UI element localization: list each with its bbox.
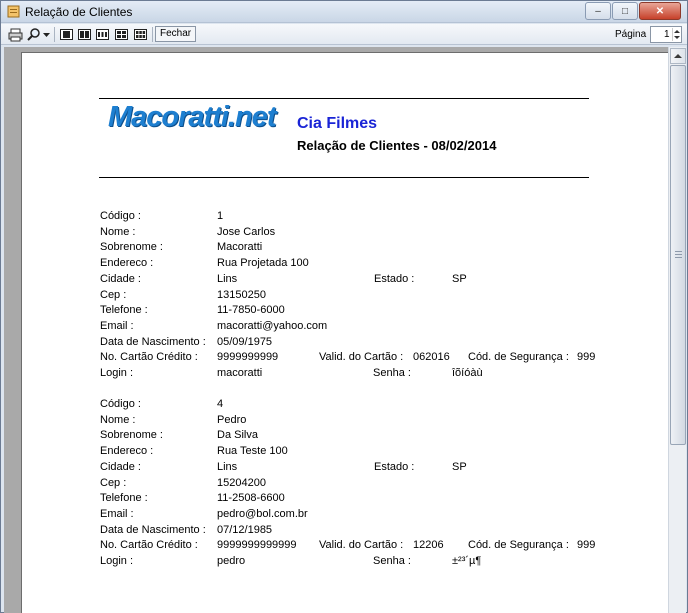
- minimize-button[interactable]: –: [585, 2, 611, 20]
- three-pages-button[interactable]: [95, 27, 110, 42]
- value-estado: SP: [452, 461, 467, 473]
- label-codigo: Código :: [100, 210, 141, 222]
- value-email: pedro@bol.com.br: [217, 508, 308, 520]
- value-login: macoratti: [217, 367, 263, 379]
- window-title: Relação de Clientes: [25, 5, 133, 19]
- label-estado: Estado :: [374, 461, 415, 473]
- value-login: pedro: [217, 555, 246, 567]
- label-cep: Cep :: [100, 477, 127, 489]
- label-estado: Estado :: [374, 273, 415, 285]
- header-top-rule: [99, 98, 589, 99]
- company-name: Cia Filmes: [297, 115, 378, 132]
- close-icon: ✕: [655, 5, 665, 17]
- preview-toolbar: Fechar Página 1: [1, 24, 687, 45]
- page-number-stepper[interactable]: 1: [650, 26, 682, 43]
- scroll-up-arrow-icon[interactable]: [670, 48, 686, 64]
- two-pages-button[interactable]: [77, 27, 92, 42]
- value-telefone: 11-2508-6600: [217, 492, 285, 504]
- report-title: Relação de Clientes - 08/02/2014: [297, 138, 497, 153]
- label-endereco: Endereco :: [100, 257, 154, 269]
- six-pages-icon: [134, 29, 147, 40]
- close-window-button[interactable]: ✕: [639, 2, 681, 20]
- three-pages-icon: [96, 29, 109, 40]
- label-telefone: Telefone :: [100, 304, 148, 316]
- label-nome: Nome :: [100, 226, 136, 238]
- label-seguranca: Cód. de Segurança :: [468, 351, 569, 363]
- label-senha: Senha :: [373, 367, 411, 379]
- scroll-thumb[interactable]: [670, 65, 686, 445]
- value-cep: 15204200: [217, 477, 266, 489]
- value-cidade: Lins: [217, 273, 238, 285]
- label-nome: Nome :: [100, 414, 136, 426]
- zoom-button[interactable]: [26, 27, 50, 42]
- value-validade: 062016: [413, 351, 450, 363]
- value-email: macoratti@yahoo.com: [217, 320, 328, 332]
- value-estado: SP: [452, 273, 467, 285]
- value-telefone: 11-7850-6000: [217, 304, 285, 316]
- value-nome: Pedro: [217, 414, 247, 426]
- label-nascimento: Data de Nascimento :: [100, 524, 206, 536]
- label-sobrenome: Sobrenome :: [100, 429, 163, 441]
- one-page-button[interactable]: [59, 27, 74, 42]
- report-window: Relação de Clientes – □ ✕ Fechar Página …: [0, 0, 688, 613]
- six-pages-button[interactable]: [133, 27, 148, 42]
- value-sobrenome: Macoratti: [217, 241, 263, 253]
- minimize-icon: –: [595, 5, 601, 17]
- value-endereco: Rua Teste 100: [217, 445, 288, 457]
- label-cidade: Cidade :: [100, 273, 141, 285]
- label-cartao: No. Cartão Crédito :: [100, 539, 198, 551]
- label-login: Login :: [100, 367, 134, 379]
- value-nome: Jose Carlos: [217, 226, 276, 238]
- value-cartao: 9999999999999: [217, 539, 297, 551]
- print-button[interactable]: [7, 27, 23, 42]
- maximize-button[interactable]: □: [612, 2, 638, 20]
- label-cartao: No. Cartão Crédito :: [100, 351, 198, 363]
- label-sobrenome: Sobrenome :: [100, 241, 163, 253]
- label-validade: Valid. do Cartão :: [319, 351, 404, 363]
- chevron-down-icon: [42, 32, 50, 37]
- label-seguranca: Cód. de Segurança :: [468, 539, 569, 551]
- maximize-icon: □: [621, 5, 629, 17]
- value-codigo: 4: [217, 398, 224, 410]
- app-icon: [7, 5, 20, 18]
- title-bar: Relação de Clientes – □ ✕: [1, 1, 687, 23]
- value-seguranca: 999: [577, 539, 596, 551]
- four-pages-button[interactable]: [114, 27, 129, 42]
- value-codigo: 1: [217, 210, 224, 222]
- label-endereco: Endereco :: [100, 445, 154, 457]
- value-endereco: Rua Projetada 100: [217, 257, 309, 269]
- page-number-value: 1: [664, 29, 670, 40]
- one-page-icon: [60, 29, 73, 40]
- vertical-scrollbar[interactable]: [668, 47, 686, 613]
- company-logo: Macoratti.net: [108, 101, 276, 133]
- label-cidade: Cidade :: [100, 461, 141, 473]
- label-email: Email :: [100, 320, 134, 332]
- label-codigo: Código :: [100, 398, 141, 410]
- value-nascimento: 05/09/1975: [217, 336, 273, 348]
- label-email: Email :: [100, 508, 134, 520]
- page-label: Página: [615, 29, 647, 40]
- value-cidade: Lins: [217, 461, 238, 473]
- label-validade: Valid. do Cartão :: [319, 539, 404, 551]
- value-seguranca: 999: [577, 351, 596, 363]
- value-senha: îõíóàù: [452, 367, 483, 379]
- value-validade: 12206: [413, 539, 444, 551]
- label-telefone: Telefone :: [100, 492, 148, 504]
- header-bottom-rule: [99, 177, 589, 178]
- label-senha: Senha :: [373, 555, 411, 567]
- close-preview-button[interactable]: Fechar: [155, 26, 197, 42]
- value-senha: ±²³´µ¶: [452, 555, 482, 567]
- spin-arrows-icon[interactable]: [672, 28, 680, 41]
- value-cep: 13150250: [217, 289, 266, 301]
- four-pages-icon: [115, 29, 128, 40]
- magnifier-icon: [26, 27, 40, 41]
- label-nascimento: Data de Nascimento :: [100, 336, 206, 348]
- value-cartao: 9999999999: [217, 351, 279, 363]
- label-cep: Cep :: [100, 289, 127, 301]
- label-login: Login :: [100, 555, 134, 567]
- two-pages-icon: [78, 29, 91, 40]
- value-nascimento: 07/12/1985: [217, 524, 273, 536]
- printer-icon: [8, 28, 22, 41]
- value-sobrenome: Da Silva: [217, 429, 258, 441]
